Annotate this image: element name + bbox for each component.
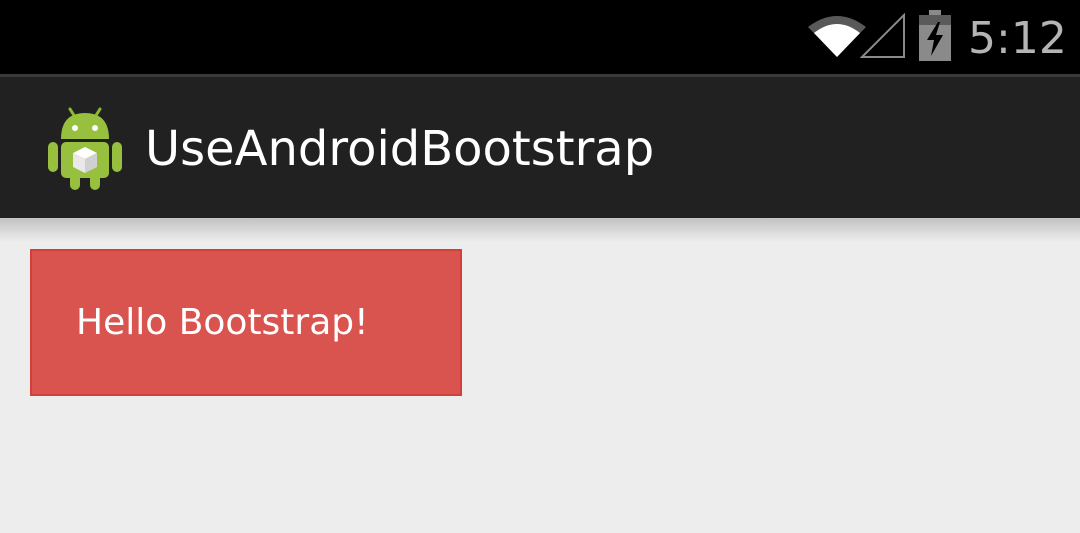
action-bar: UseAndroidBootstrap: [0, 77, 1080, 218]
hello-bootstrap-button[interactable]: Hello Bootstrap!: [30, 249, 462, 396]
main-content: Hello Bootstrap!: [0, 218, 1080, 533]
status-clock: 5:12: [968, 13, 1067, 64]
app-title: UseAndroidBootstrap: [145, 121, 655, 177]
cell-signal-icon: [860, 13, 905, 58]
battery-charging-icon: [919, 10, 951, 61]
status-bar: 5:12: [0, 0, 1080, 75]
android-robot-icon[interactable]: [44, 103, 126, 191]
hello-bootstrap-button-label: Hello Bootstrap!: [76, 302, 369, 343]
wifi-icon: [808, 16, 866, 57]
